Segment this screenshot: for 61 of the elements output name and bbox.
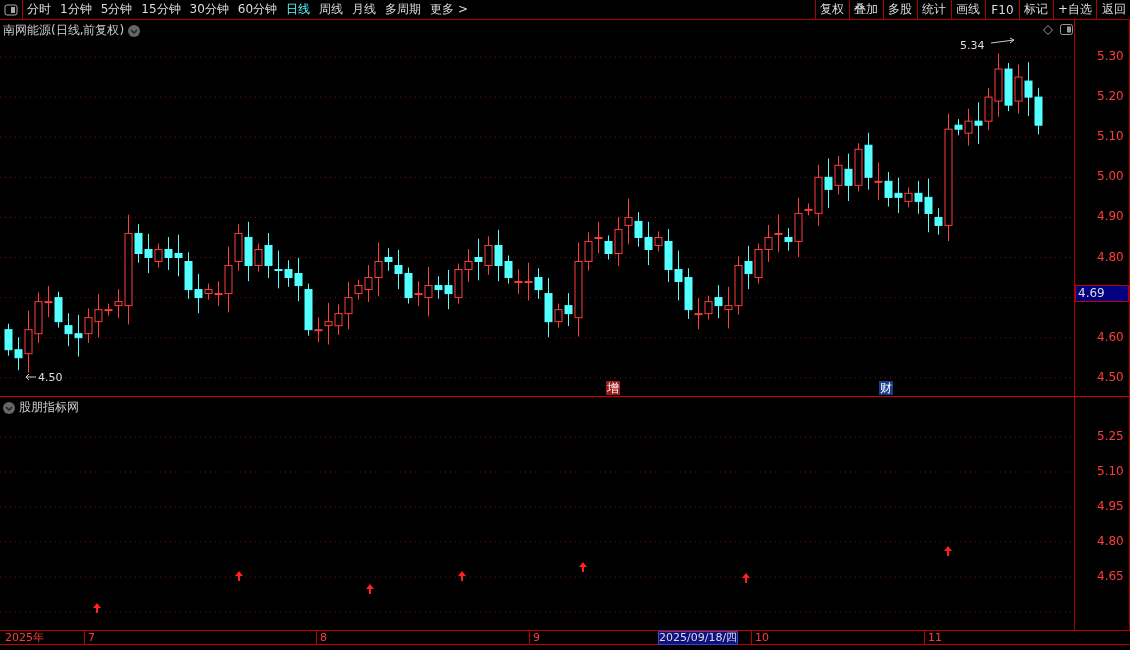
period-tab[interactable]: 分时 (23, 0, 55, 19)
period-tab[interactable]: 更多 > (426, 0, 472, 19)
cursor-date-label: 2025/09/18/四 (658, 631, 738, 645)
indicator-title: 股朋指标网 (19, 399, 79, 416)
up-arrow-icon (742, 573, 750, 583)
high-price-label: 5.34 (960, 39, 985, 52)
current-price-label: 4.69 (1075, 285, 1129, 302)
chevron-down-icon[interactable] (3, 401, 15, 414)
price-tick: 5.20 (1097, 89, 1124, 104)
toolbar-button[interactable]: F10 (984, 0, 1019, 19)
chevron-down-icon[interactable] (128, 24, 141, 37)
price-tick: 4.80 (1097, 249, 1124, 264)
price-tick: 5.00 (1097, 169, 1124, 184)
toolbar-button[interactable]: 返回 (1096, 0, 1130, 19)
up-arrow-icon (944, 546, 952, 556)
panel-toggle-icon[interactable] (1060, 24, 1073, 35)
period-tab[interactable]: 5分钟 (96, 0, 137, 19)
price-tick: 4.60 (1097, 329, 1124, 344)
period-tab[interactable]: 月线 (348, 0, 381, 19)
period-tab[interactable]: 周线 (315, 0, 348, 19)
up-arrow-icon (458, 571, 466, 581)
indicator-tick: 5.10 (1097, 464, 1124, 478)
date-label: 8 (320, 631, 327, 644)
event-marker[interactable]: 财 (879, 381, 893, 395)
toolbar-button[interactable]: 叠加 (848, 0, 883, 19)
toolbar-button[interactable]: 复权 (814, 0, 849, 19)
indicator-tick: 5.25 (1097, 429, 1124, 443)
date-label: 9 (533, 631, 540, 644)
period-tab[interactable]: 1分钟 (56, 0, 96, 19)
period-tab[interactable]: 多周期 (381, 0, 426, 19)
toolbar-button[interactable]: 多股 (882, 0, 917, 19)
price-tick: 5.30 (1097, 49, 1124, 63)
toolbar-button[interactable]: 标记 (1018, 0, 1053, 19)
period-tab[interactable]: 日线 (282, 0, 315, 19)
date-label: 11 (928, 631, 942, 644)
indicator-tick: 4.95 (1097, 499, 1124, 513)
diamond-icon[interactable] (1043, 25, 1053, 35)
up-arrow-icon (93, 603, 101, 613)
price-tick: 5.10 (1097, 129, 1124, 144)
up-arrow-icon (579, 562, 587, 572)
up-arrow-icon (235, 571, 243, 581)
low-price-label: 4.50 (38, 371, 63, 384)
indicator-tick: 4.65 (1097, 569, 1124, 583)
indicator-tick: 4.80 (1097, 534, 1124, 548)
chart-title: 南网能源(日线,前复权) (3, 22, 125, 39)
up-arrow-icon (366, 584, 374, 594)
arrow-icon (25, 373, 37, 381)
price-tick: 4.90 (1097, 209, 1124, 224)
toolbar-button[interactable]: +自选 (1052, 0, 1096, 19)
price-tick: 4.50 (1097, 369, 1124, 384)
period-tab[interactable]: 60分钟 (233, 0, 282, 19)
panel-toggle-icon[interactable] (4, 3, 18, 16)
period-tab[interactable]: 15分钟 (137, 0, 185, 19)
date-label: 10 (755, 631, 769, 644)
date-label: 2025年 (5, 631, 44, 644)
arrow-icon (990, 37, 1016, 45)
event-marker[interactable]: 增 (606, 381, 620, 395)
date-label: 7 (88, 631, 95, 644)
period-tab[interactable]: 30分钟 (185, 0, 233, 19)
toolbar-button[interactable]: 画线 (950, 0, 985, 19)
toolbar-button[interactable]: 统计 (916, 0, 951, 19)
